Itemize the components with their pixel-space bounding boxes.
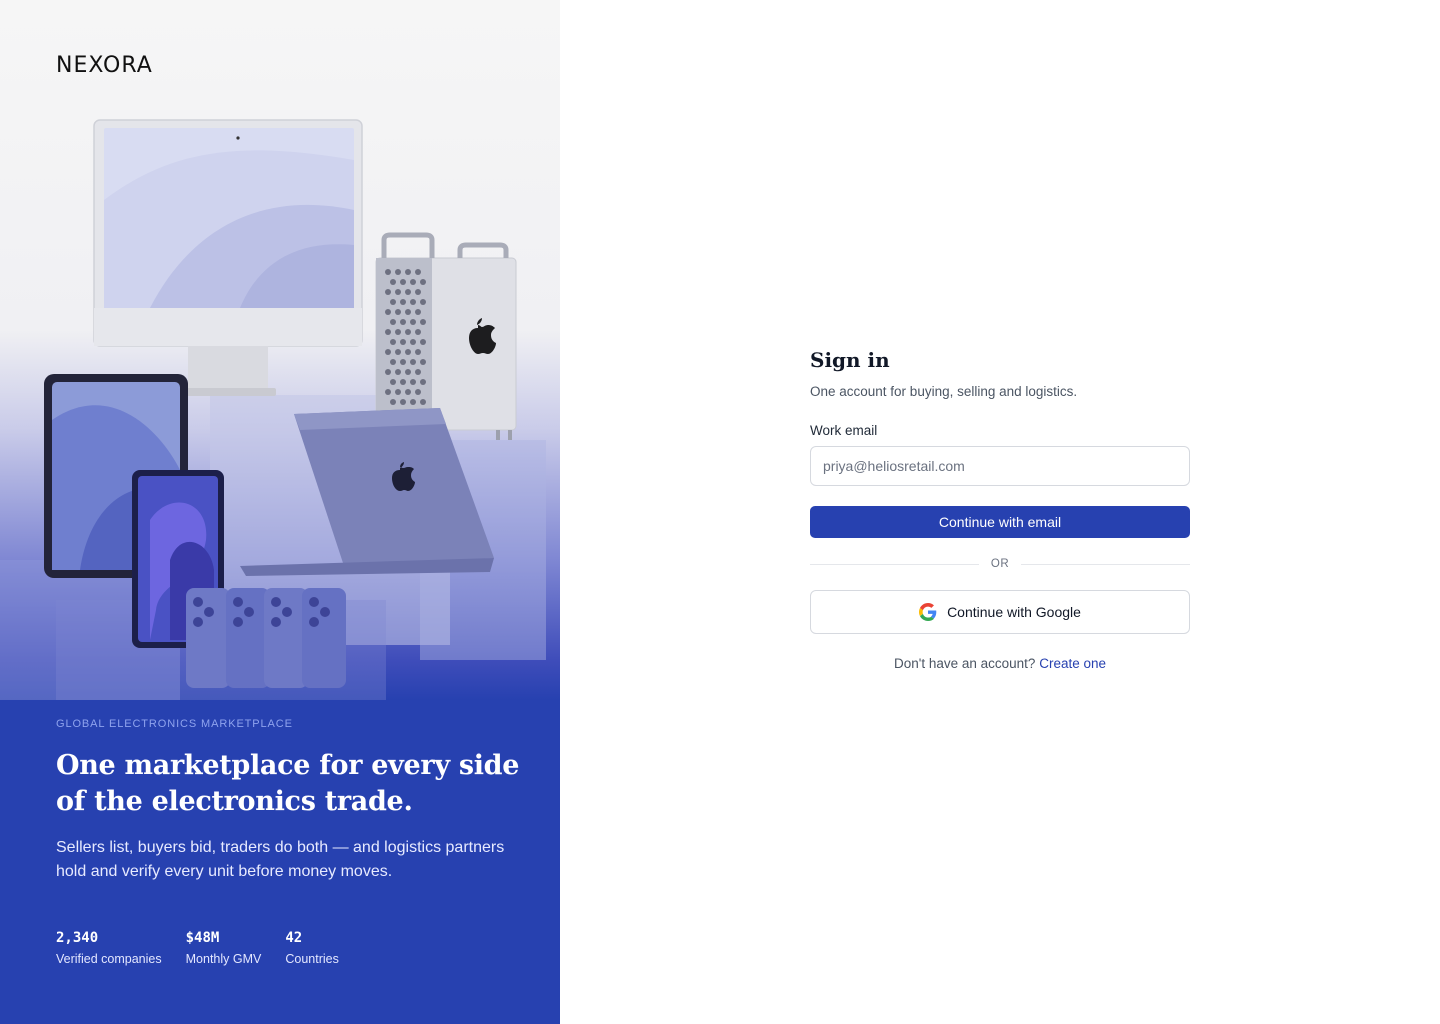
hero-subcopy: Sellers list, buyers bid, traders do bot… [56, 839, 505, 880]
stat-value: 2,340 [56, 930, 99, 946]
stats-row: 2,340 Verified companies $48M Monthly GM… [56, 930, 339, 966]
brand-logo: NEXORA [56, 53, 153, 78]
signin-form: Sign in One account for buying, selling … [810, 348, 1190, 671]
stat-value: $48M [185, 930, 220, 946]
iphone-icon [186, 588, 346, 688]
continue-google-button[interactable]: Continue with Google [810, 590, 1190, 634]
imac-icon [93, 119, 363, 396]
divider-or-text: OR [990, 558, 1010, 570]
or-divider: OR [810, 558, 1190, 570]
hero-eyebrow: GLOBAL ELECTRONICS MARKETPLACE [56, 718, 293, 730]
google-icon [919, 603, 937, 621]
email-label: Work email [810, 423, 878, 438]
stat-value: 42 [285, 930, 303, 946]
continue-email-button[interactable]: Continue with email [810, 506, 1190, 538]
google-button-label: Continue with Google [947, 604, 1081, 620]
signin-subtitle: One account for buying, selling and logi… [810, 384, 1078, 399]
stat-monthly-gmv: $48M Monthly GMV [186, 930, 262, 966]
divider-line [1021, 563, 1190, 565]
hero-panel: NEXORA GLOBAL ELECTRONICS MARKETPLACE On… [0, 0, 560, 1024]
stat-label: Countries [285, 952, 339, 966]
stat-countries: 42 Countries [285, 930, 339, 966]
mac-pro-icon [375, 232, 517, 440]
stat-label: Verified companies [56, 952, 162, 966]
create-account-link[interactable]: Create one [1039, 656, 1106, 671]
divider-line [810, 563, 979, 565]
stat-label: Monthly GMV [185, 952, 262, 966]
signup-prompt: Don't have an account? Create one [810, 656, 1190, 671]
stat-verified-companies: 2,340 Verified companies [56, 930, 162, 966]
signin-title: Sign in [810, 348, 890, 372]
product-illustration [0, 119, 546, 700]
signup-prompt-text: Don't have an account? [894, 656, 1036, 671]
hero-headline: One marketplace for every side of the el… [56, 750, 520, 817]
email-field[interactable] [810, 446, 1190, 486]
